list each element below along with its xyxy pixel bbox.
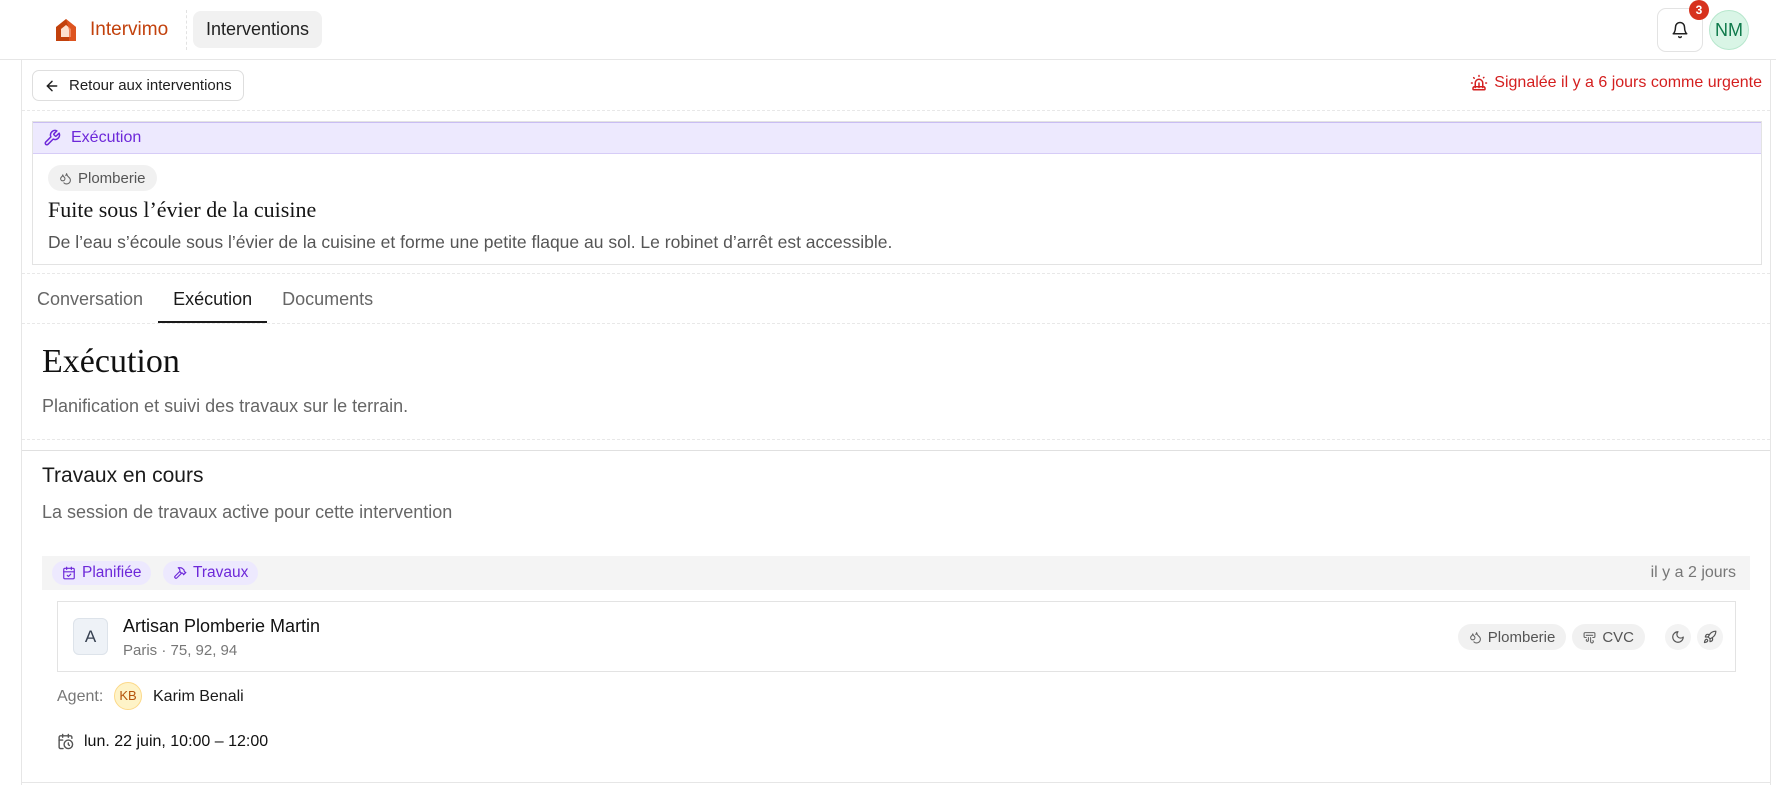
provider-tag-plumbing: Plomberie — [1457, 624, 1567, 650]
back-button-label: Retour aux interventions — [69, 77, 232, 94]
work-session-header[interactable]: Planifiée Travaux il y a 2 jours — [42, 556, 1750, 590]
status-badge: Planifiée — [52, 561, 152, 585]
urgent-indicator: Signalée il y a 6 jours comme urgente — [1470, 74, 1762, 92]
nav-item-interventions[interactable]: Interventions — [193, 11, 323, 48]
user-avatar[interactable]: NM — [1709, 10, 1749, 50]
tab-documents[interactable]: Documents — [267, 278, 388, 323]
type-badge: Travaux — [163, 561, 259, 585]
urgent-label: Signalée il y a 6 jours comme urgente — [1494, 74, 1762, 91]
calendar-clock-icon — [58, 733, 74, 750]
air-vent-icon — [1583, 631, 1596, 643]
frame-border-left — [21, 60, 22, 785]
divider — [22, 439, 1770, 440]
provider-card[interactable]: A Artisan Plomberie Martin Paris · 75, 9… — [57, 601, 1736, 672]
wrench-icon — [44, 129, 61, 146]
calendar-check-icon — [63, 566, 75, 580]
provider-tags: Plomberie CVC — [1457, 624, 1723, 650]
agent-name: Karim Benali — [153, 688, 244, 705]
bell-icon — [1672, 21, 1688, 39]
works-title: Travaux en cours — [42, 464, 204, 487]
type-badge-label: Travaux — [193, 564, 249, 581]
intervention-card: Exécution Plomberie Fuite sous l’évier d… — [32, 121, 1762, 265]
tab-conversation[interactable]: Conversation — [22, 278, 158, 323]
status-badge-label: Planifiée — [82, 564, 142, 581]
hammer-icon — [174, 567, 187, 579]
brand[interactable]: Intervimo — [52, 14, 168, 46]
intervention-status-header: Exécution — [33, 122, 1761, 154]
divider — [22, 110, 1770, 111]
intervention-status-label: Exécution — [71, 129, 142, 146]
divider — [22, 782, 1770, 783]
session-timestamp: il y a 2 jours — [1650, 564, 1736, 581]
provider-tag-label: CVC — [1602, 628, 1634, 646]
provider-tag-hvac: CVC — [1572, 624, 1645, 650]
works-subtitle: La session de travaux active pour cette … — [42, 502, 453, 522]
brand-name: Intervimo — [90, 19, 169, 40]
top-bar: Intervimo Interventions 3 NM — [0, 0, 1776, 60]
provider-avatar: A — [73, 618, 108, 655]
category-label: Plomberie — [78, 169, 146, 187]
agent-avatar: KB — [114, 682, 142, 710]
intervention-description: De l’eau s’écoule sous l’évier de la cui… — [48, 232, 893, 252]
brand-logo-icon — [56, 19, 76, 41]
fast-response-button[interactable] — [1697, 624, 1723, 650]
tab-bar: Conversation Exécution Documents — [22, 278, 388, 323]
provider-tag-label: Plomberie — [1487, 628, 1556, 646]
siren-icon — [1471, 74, 1488, 91]
divider — [186, 10, 187, 50]
arrow-left-icon — [46, 80, 58, 91]
intervention-title: Fuite sous l’évier de la cuisine — [48, 197, 317, 222]
divider — [22, 273, 1770, 274]
category-chip: Plomberie — [48, 165, 157, 191]
notification-count-badge: 3 — [1689, 0, 1709, 20]
schedule-datetime: lun. 22 juin, 10:00 – 12:00 — [84, 733, 269, 750]
back-to-interventions-button[interactable]: Retour aux interventions — [32, 70, 244, 101]
agent-label: Agent: — [57, 688, 104, 705]
section-subtitle: Planification et suivi des travaux sur l… — [42, 396, 409, 416]
divider — [22, 450, 1770, 451]
rocket-icon — [1703, 630, 1717, 644]
section-title: Exécution — [42, 343, 180, 380]
droplets-icon — [60, 172, 71, 184]
provider-name: Artisan Plomberie Martin — [123, 616, 321, 636]
moon-icon — [1672, 631, 1684, 643]
tab-execution[interactable]: Exécution — [158, 278, 268, 323]
droplets-icon — [1469, 631, 1481, 643]
provider-location: Paris · 75, 92, 94 — [123, 642, 238, 659]
divider — [22, 323, 1770, 324]
frame-border-right — [1770, 60, 1771, 785]
night-availability-button[interactable] — [1665, 624, 1691, 650]
